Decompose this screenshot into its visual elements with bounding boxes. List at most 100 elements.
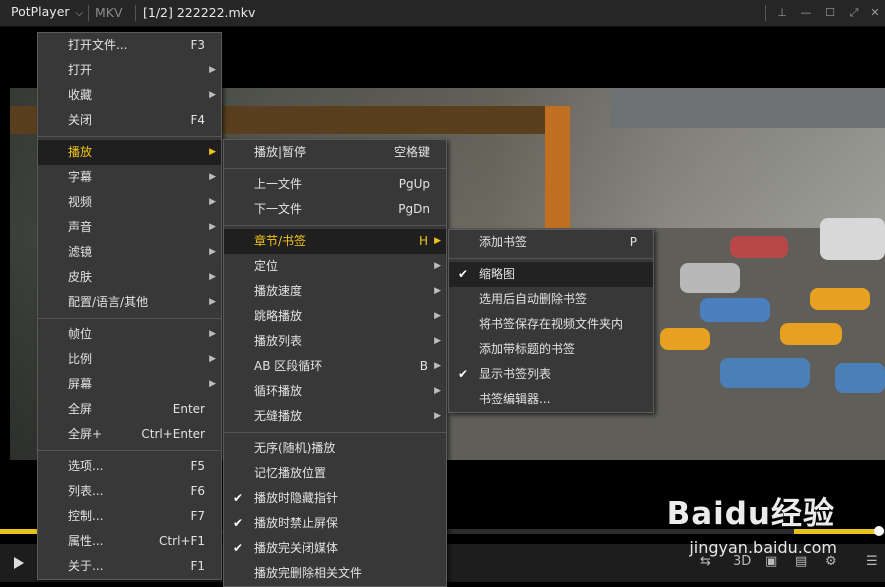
menu-item-label: AB 区段循环 [254,359,323,373]
volume-knob[interactable] [874,526,884,536]
main-menu-item[interactable]: 关于... F1 [38,554,221,579]
menu-item-shortcut: H [418,234,428,248]
chapter-menu-item[interactable]: 添加书签 P [449,230,653,255]
play-submenu: 播放|暂停 空格键 上一文件 PgUp 下一文件 PgDn 章节/书签 H ▶ 定位 ▶ 播放速度 ▶ 跳… [223,139,447,587]
menu-item-shortcut: Ctrl+Enter [141,427,205,441]
divider [135,5,136,21]
main-menu-item[interactable]: 列表... F6 [38,479,221,504]
menu-item-label: 书签编辑器... [479,392,551,406]
chapter-menu-item[interactable]: 添加带标题的书签 [449,337,653,362]
play-menu-item[interactable]: ✔ 播放时隐藏指针 [224,486,446,511]
main-menu-item[interactable]: 字幕 ▶ [38,165,221,190]
watermark-logo: Baidu经验 [666,496,835,532]
main-menu-item[interactable]: 全屏+ Ctrl+Enter [38,422,221,447]
play-menu-item[interactable]: 上一文件 PgUp [224,172,446,197]
menu-item-label: 播放完关闭媒体 [254,541,339,555]
play-menu-item[interactable]: 下一文件 PgDn [224,197,446,222]
main-menu-item[interactable]: 选项... F5 [38,454,221,479]
play-menu-item[interactable]: 播放|暂停 空格键 [224,140,446,165]
chapter-menu-item[interactable]: 选用后自动删除书签 [449,287,653,312]
video-car [660,328,710,350]
menu-item-label: 将书签保存在视频文件夹内 [479,317,624,331]
menu-item-label: 循环播放 [254,384,303,398]
play-menu-item[interactable]: 无序(随机)播放 [224,436,446,461]
check-icon: ✔ [233,491,244,505]
menu-item-label: 定位 [254,259,279,273]
check-icon: ✔ [233,516,244,530]
seek-progress [0,529,40,534]
divider [765,5,766,21]
app-menu-button[interactable]: PotPlayer ⌵ [11,4,83,19]
play-menu-item[interactable]: 循环播放 ▶ [224,379,446,404]
menu-item-label: 下一文件 [254,202,303,216]
video-car [720,358,810,388]
play-menu-item[interactable]: 播放列表 ▶ [224,329,446,354]
chapter-menu-item[interactable]: ✔ 缩略图 [449,262,653,287]
menu-item-label: 添加带标题的书签 [479,342,576,356]
format-label: MKV [95,5,123,20]
chapter-menu-item[interactable]: ✔ 显示书签列表 [449,362,653,387]
file-title: [1/2] 222222.mkv [143,5,256,20]
close-icon[interactable]: ✕ [866,4,884,22]
menu-item-label: 播放速度 [254,284,303,298]
main-menu-item[interactable]: 打开 ▶ [38,58,221,83]
menu-item-label: 控制... [68,509,104,523]
play-menu-item[interactable]: 章节/书签 H ▶ [224,229,446,254]
menu-item-label: 选用后自动删除书签 [479,292,588,306]
play-menu-item[interactable]: 无缝播放 ▶ [224,404,446,429]
main-menu-item[interactable]: 屏幕 ▶ [38,372,221,397]
main-menu-item[interactable]: 配置/语言/其他 ▶ [38,290,221,315]
menu-item-label: 记忆播放位置 [254,466,327,480]
minimize-icon[interactable]: — [797,4,815,22]
submenu-arrow-icon: ▶ [434,311,441,321]
app-name: PotPlayer [11,4,70,19]
main-menu-item[interactable]: 比例 ▶ [38,347,221,372]
play-menu-item[interactable]: 记忆播放位置 [224,461,446,486]
main-menu-item[interactable]: 控制... F7 [38,504,221,529]
menu-separator [224,432,446,433]
video-car [730,236,788,258]
play-menu-item[interactable]: ✔ 播放完关闭媒体 [224,536,446,561]
menu-item-label: 跳略播放 [254,309,303,323]
video-car [835,363,885,393]
play-menu-item[interactable]: 播放完删除相关文件 [224,561,446,586]
video-car [780,323,842,345]
menu-item-label: 字幕 [68,170,93,184]
play-icon[interactable] [14,557,24,569]
fullscreen-icon[interactable]: ⤢ [845,4,863,22]
main-menu-item[interactable]: 声音 ▶ [38,215,221,240]
submenu-arrow-icon: ▶ [434,286,441,296]
main-menu-item[interactable]: 属性... Ctrl+F1 [38,529,221,554]
menu-item-label: 列表... [68,484,104,498]
menu-item-shortcut: Enter [172,402,205,416]
submenu-arrow-icon: ▶ [209,297,216,307]
chevron-down-icon: ⌵ [75,8,84,19]
play-menu-item[interactable]: 跳略播放 ▶ [224,304,446,329]
play-menu-item[interactable]: 定位 ▶ [224,254,446,279]
check-icon: ✔ [233,541,244,555]
pin-icon[interactable]: ⊥ [773,4,791,22]
menu-item-label: 关于... [68,559,104,573]
main-menu-item[interactable]: 收藏 ▶ [38,83,221,108]
main-menu-item[interactable]: 帧位 ▶ [38,322,221,347]
menu-item-label: 添加书签 [479,235,528,249]
main-menu-item[interactable]: 打开文件... F3 [38,33,221,58]
main-menu-item[interactable]: 全屏 Enter [38,397,221,422]
maximize-icon[interactable]: ☐ [821,4,839,22]
menu-item-label: 全屏+ [68,427,103,441]
main-menu-item[interactable]: 皮肤 ▶ [38,265,221,290]
submenu-arrow-icon: ▶ [434,261,441,271]
hamburger-icon[interactable]: ☰ [866,554,878,569]
play-menu-item[interactable]: 播放速度 ▶ [224,279,446,304]
main-menu-item[interactable]: 关闭 F4 [38,108,221,133]
chapter-menu-item[interactable]: 将书签保存在视频文件夹内 [449,312,653,337]
play-menu-item[interactable]: ✔ 播放时禁止屏保 [224,511,446,536]
menu-separator [449,258,653,259]
main-menu-item[interactable]: 播放 ▶ [38,140,221,165]
main-menu-item[interactable]: 视频 ▶ [38,190,221,215]
main-menu-item[interactable]: 滤镜 ▶ [38,240,221,265]
play-menu-item[interactable]: AB 区段循环 B ▶ [224,354,446,379]
menu-item-label: 属性... [68,534,104,548]
menu-item-label: 缩略图 [479,267,516,281]
chapter-menu-item[interactable]: 书签编辑器... [449,387,653,412]
